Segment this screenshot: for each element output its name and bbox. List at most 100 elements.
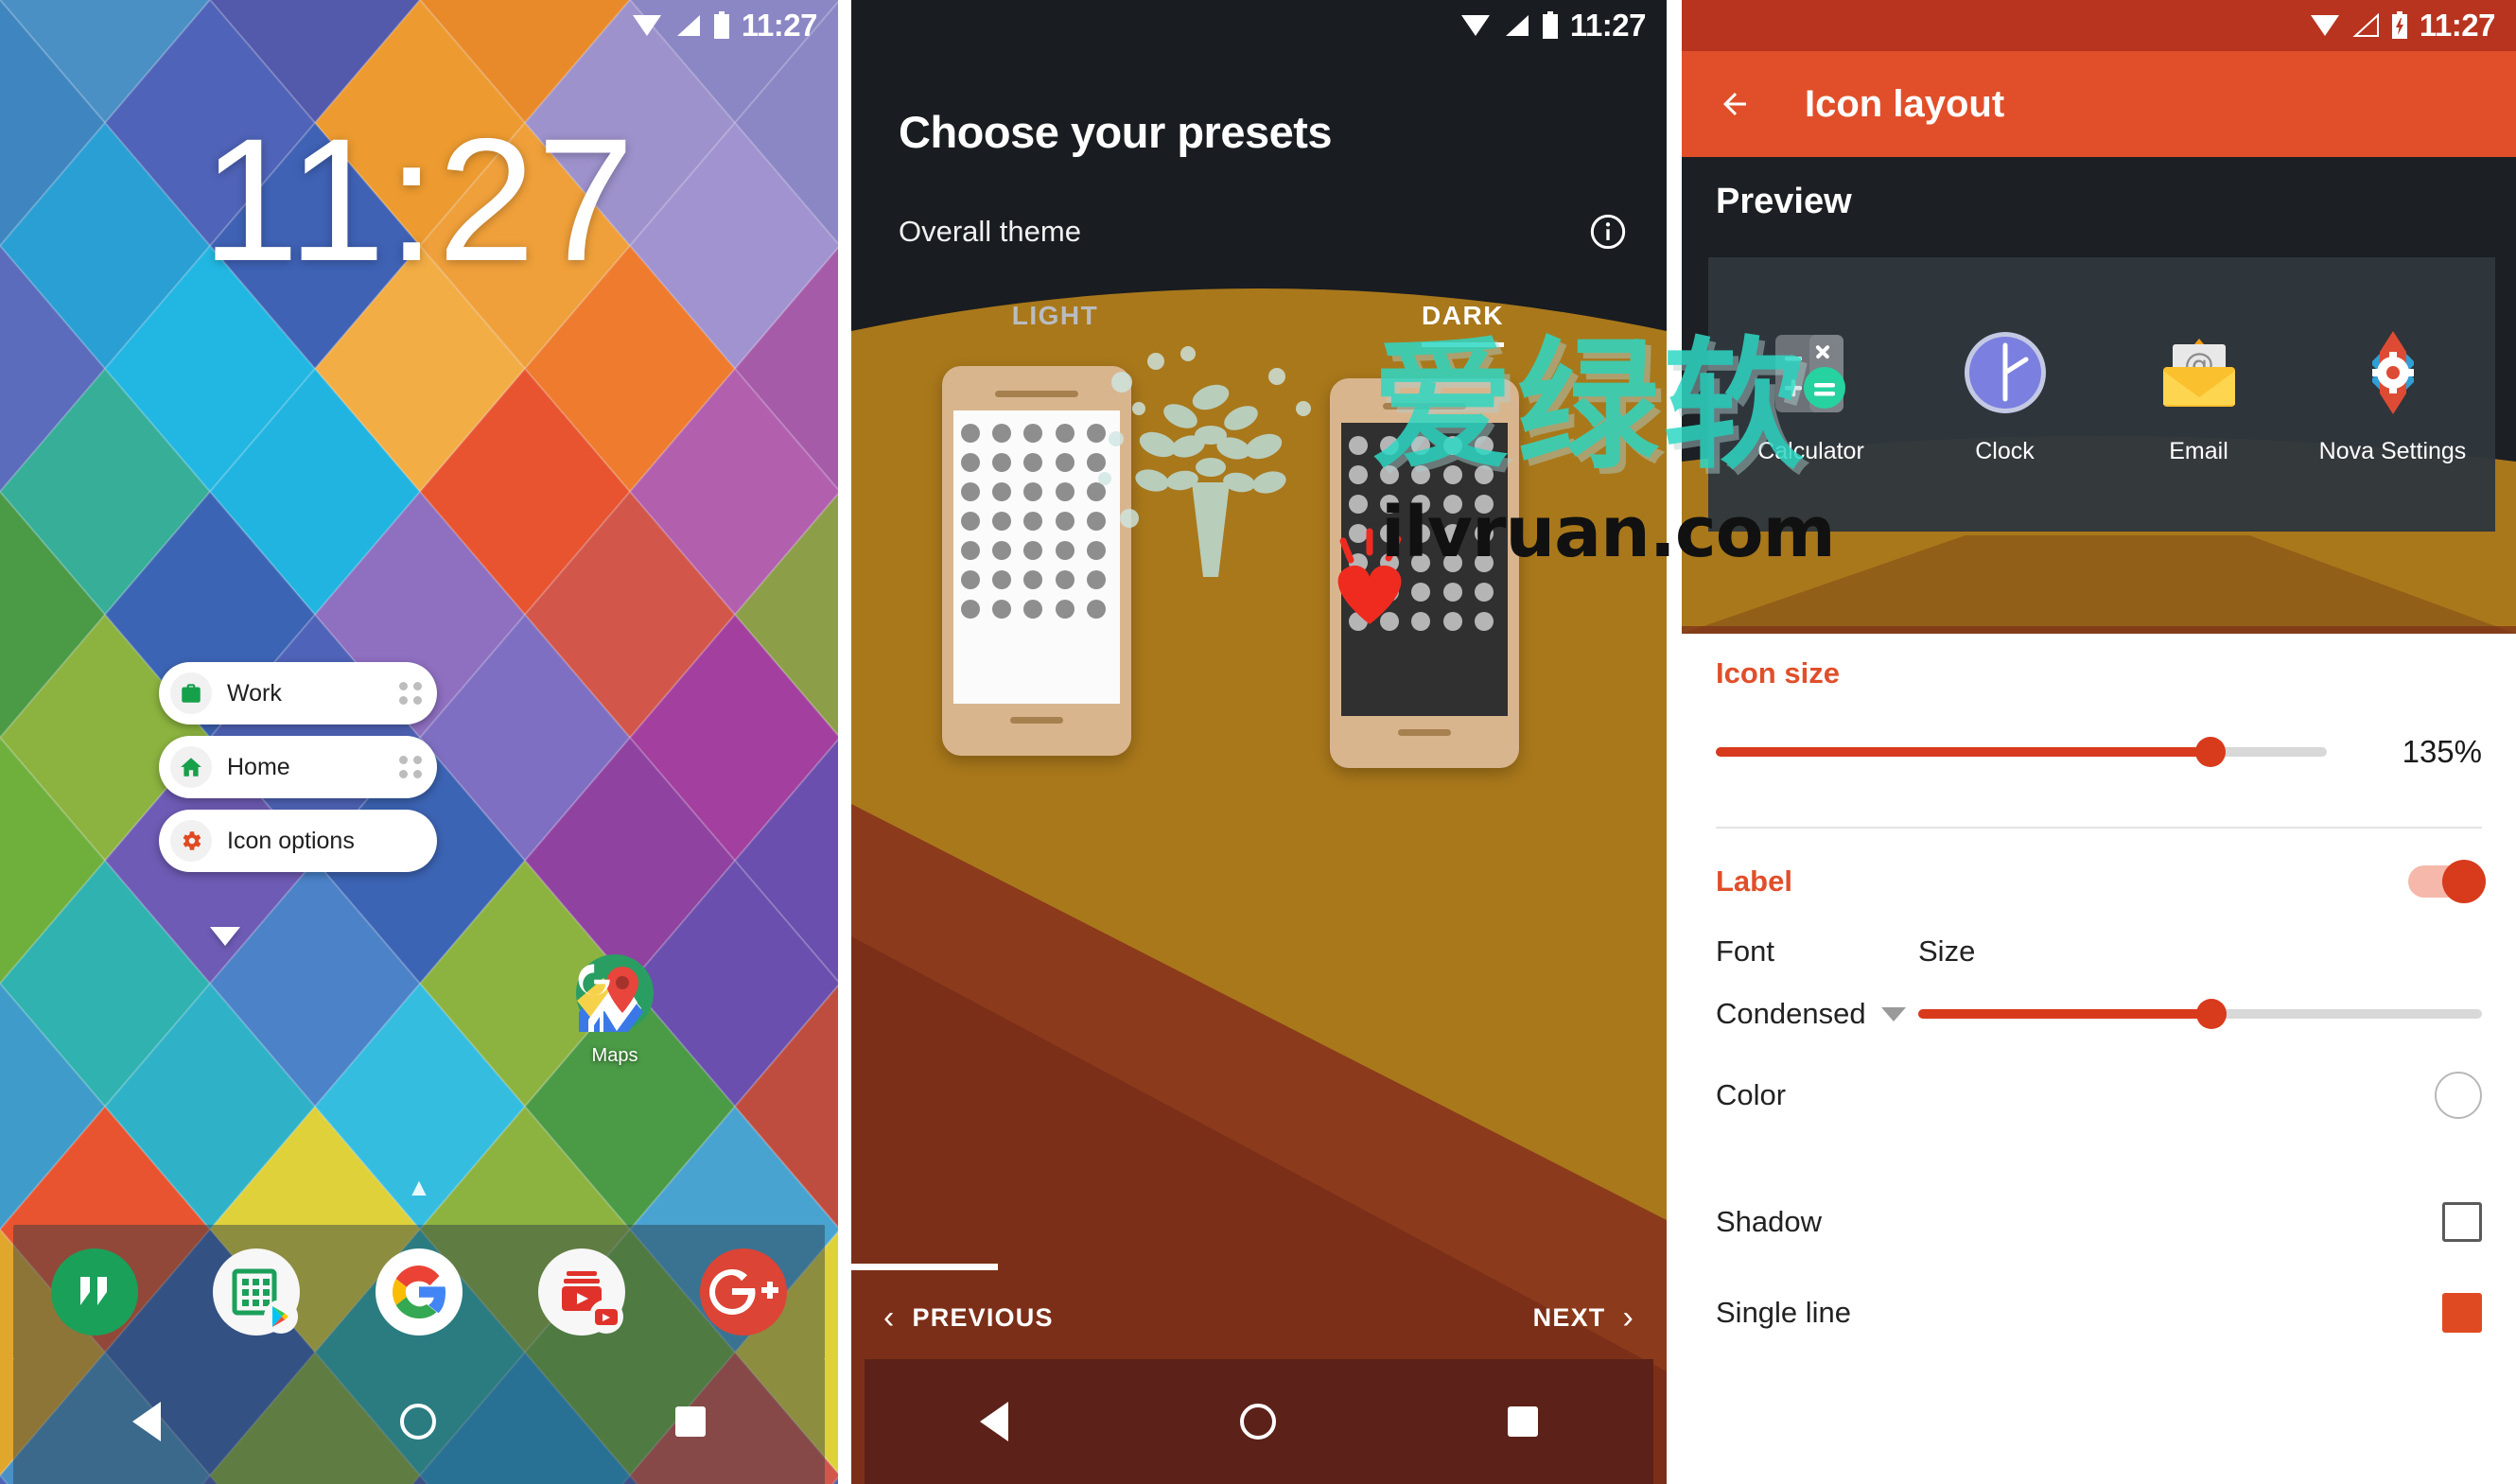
app-label: Email (2169, 438, 2228, 464)
font-dropdown[interactable]: Condensed (1716, 997, 1906, 1031)
app-drawer-icon (213, 1248, 301, 1336)
android-navbar-presets (865, 1359, 1653, 1484)
arrow-left-icon[interactable] (1714, 87, 1756, 121)
status-bar-presets: 11:27 (851, 0, 1667, 51)
preview-app-calculator[interactable]: Calculator (1736, 323, 1887, 465)
shortcut-item-home[interactable]: Home (159, 736, 437, 798)
battery-icon (713, 11, 729, 39)
page-title: Icon layout (1805, 82, 2005, 125)
nav-home-icon[interactable] (1239, 1404, 1276, 1440)
house-icon (170, 746, 212, 788)
shadow-checkbox[interactable] (2442, 1202, 2482, 1242)
phone-home-button (1010, 717, 1063, 724)
wifi-icon (1460, 15, 1490, 36)
clock-icon (1964, 332, 2046, 413)
signal-icon (2352, 13, 2379, 37)
icon-size-slider[interactable] (1716, 737, 2327, 767)
nav-back-icon[interactable] (980, 1402, 1009, 1441)
dock (13, 1225, 825, 1359)
setting-title: Label (1716, 864, 1792, 898)
preview-heading: Preview (1716, 182, 1852, 221)
setting-title: Color (1716, 1078, 1787, 1111)
overall-theme-row: Overall theme (899, 213, 1627, 251)
info-icon[interactable] (1589, 213, 1627, 251)
status-time: 11:27 (741, 8, 818, 43)
icon-grid (1349, 436, 1500, 631)
preview-app-clock[interactable]: Clock (1930, 323, 2081, 465)
dock-item-google[interactable] (374, 1247, 464, 1337)
app-bar: Icon layout (1682, 51, 2516, 157)
shortcut-label: Home (227, 753, 290, 780)
next-button[interactable]: NEXT › (1533, 1301, 1634, 1334)
drag-handle-icon[interactable] (399, 682, 422, 705)
nav-recents-icon[interactable] (1507, 1406, 1538, 1437)
android-navbar-home (13, 1359, 825, 1484)
icon-layout-panel: 11:27 Icon layout Preview Calculator Clo… (1682, 0, 2516, 1484)
preset-preview-light[interactable] (942, 366, 1131, 756)
screenshot-stage: 11:27 11:27 Work Home Icon options Maps … (0, 0, 2516, 1484)
dock-item-google-plus[interactable] (698, 1247, 789, 1337)
battery-icon (1542, 11, 1558, 39)
next-label: NEXT (1532, 1302, 1606, 1332)
status-bar-home: 11:27 (0, 0, 838, 51)
preview-section: Preview Calculator Clock @ Email Nova Se… (1682, 157, 2516, 634)
phone-speaker (995, 391, 1078, 397)
dock-item-app-drawer[interactable] (211, 1247, 302, 1337)
label-toggle[interactable] (2408, 860, 2486, 903)
app-icon-maps[interactable]: Maps (575, 953, 655, 1067)
setting-label[interactable]: Label (1682, 829, 2516, 934)
wizard-progress-bar (851, 1264, 998, 1270)
youtube-icon (537, 1248, 625, 1336)
preview-app-email[interactable]: @ Email (2123, 323, 2275, 465)
preview-app-nova-settings[interactable]: Nova Settings (2317, 323, 2469, 465)
setting-icon-size[interactable]: Icon size 135% (1682, 634, 2516, 770)
phone-home-button (1398, 729, 1451, 736)
popup-tail (210, 927, 240, 946)
google-maps-icon (576, 954, 654, 1032)
page-indicator-arrow[interactable]: ▲ (0, 1175, 838, 1199)
setting-shadow[interactable]: Shadow (1682, 1160, 2516, 1284)
dock-item-hangouts[interactable] (49, 1247, 140, 1337)
gear-icon (170, 820, 212, 862)
drag-handle-icon[interactable] (399, 756, 422, 778)
home-screen-panel: 11:27 11:27 Work Home Icon options Maps … (0, 0, 838, 1484)
nova-settings-icon (2371, 331, 2414, 414)
font-size-headers: Font Size (1682, 934, 2516, 969)
tab-label: LIGHT (1011, 301, 1099, 330)
nav-recents-icon[interactable] (674, 1406, 706, 1437)
phone-screen-light (953, 410, 1120, 704)
font-header: Font (1716, 934, 1775, 968)
nav-home-icon[interactable] (399, 1404, 436, 1440)
wifi-icon (2310, 15, 2339, 36)
font-size-slider[interactable] (1918, 999, 2482, 1029)
preset-preview-dark[interactable] (1330, 378, 1519, 768)
chevron-right-icon: › (1622, 1300, 1634, 1336)
tab-dark[interactable]: DARK (1259, 301, 1667, 347)
shortcut-label: Icon options (227, 827, 355, 854)
status-bar-layout: 11:27 (1682, 0, 2516, 51)
hangouts-icon (50, 1248, 138, 1336)
setting-single-line[interactable]: Single line (1682, 1284, 2516, 1341)
color-swatch[interactable] (2435, 1072, 2482, 1119)
shortcut-item-icon-options[interactable]: Icon options (159, 810, 437, 872)
shortcut-item-work[interactable]: Work (159, 662, 437, 725)
presets-heading: Choose your presets (899, 106, 1333, 158)
previous-button[interactable]: ‹ PREVIOUS (883, 1301, 1054, 1334)
nav-back-icon[interactable] (132, 1402, 162, 1441)
signal-icon (676, 15, 700, 36)
tab-light[interactable]: LIGHT (851, 301, 1259, 347)
dock-item-youtube[interactable] (536, 1247, 627, 1337)
signal-icon (1505, 15, 1529, 36)
icon-grid (961, 424, 1112, 619)
clock-widget[interactable]: 11:27 (0, 113, 838, 288)
single-line-checkbox[interactable] (2442, 1293, 2482, 1333)
size-header: Size (1918, 934, 1976, 968)
chevron-left-icon: ‹ (883, 1300, 896, 1336)
app-label: Nova Settings (2318, 438, 2467, 464)
status-time: 11:27 (1569, 8, 1647, 43)
battery-charging-icon (2391, 11, 2407, 39)
shortcut-label: Work (227, 679, 282, 707)
setting-color[interactable]: Color (1682, 1031, 2516, 1160)
icon-size-value: 135% (2402, 734, 2482, 769)
app-label: Clock (1975, 438, 2035, 464)
